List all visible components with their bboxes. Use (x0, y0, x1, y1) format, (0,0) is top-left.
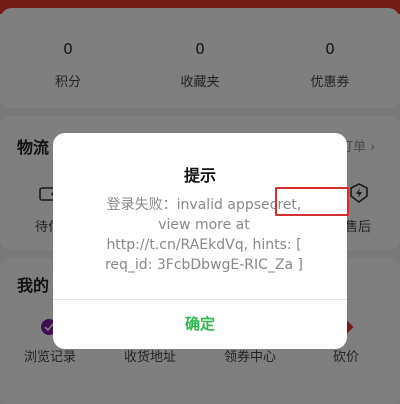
dialog-title: 提示 (183, 166, 216, 185)
highlight-annotation (275, 187, 349, 216)
alert-dialog: 提示 登录失败：invalid appsecret, view more at … (53, 133, 349, 349)
confirm-button[interactable]: 确定 (53, 300, 347, 349)
